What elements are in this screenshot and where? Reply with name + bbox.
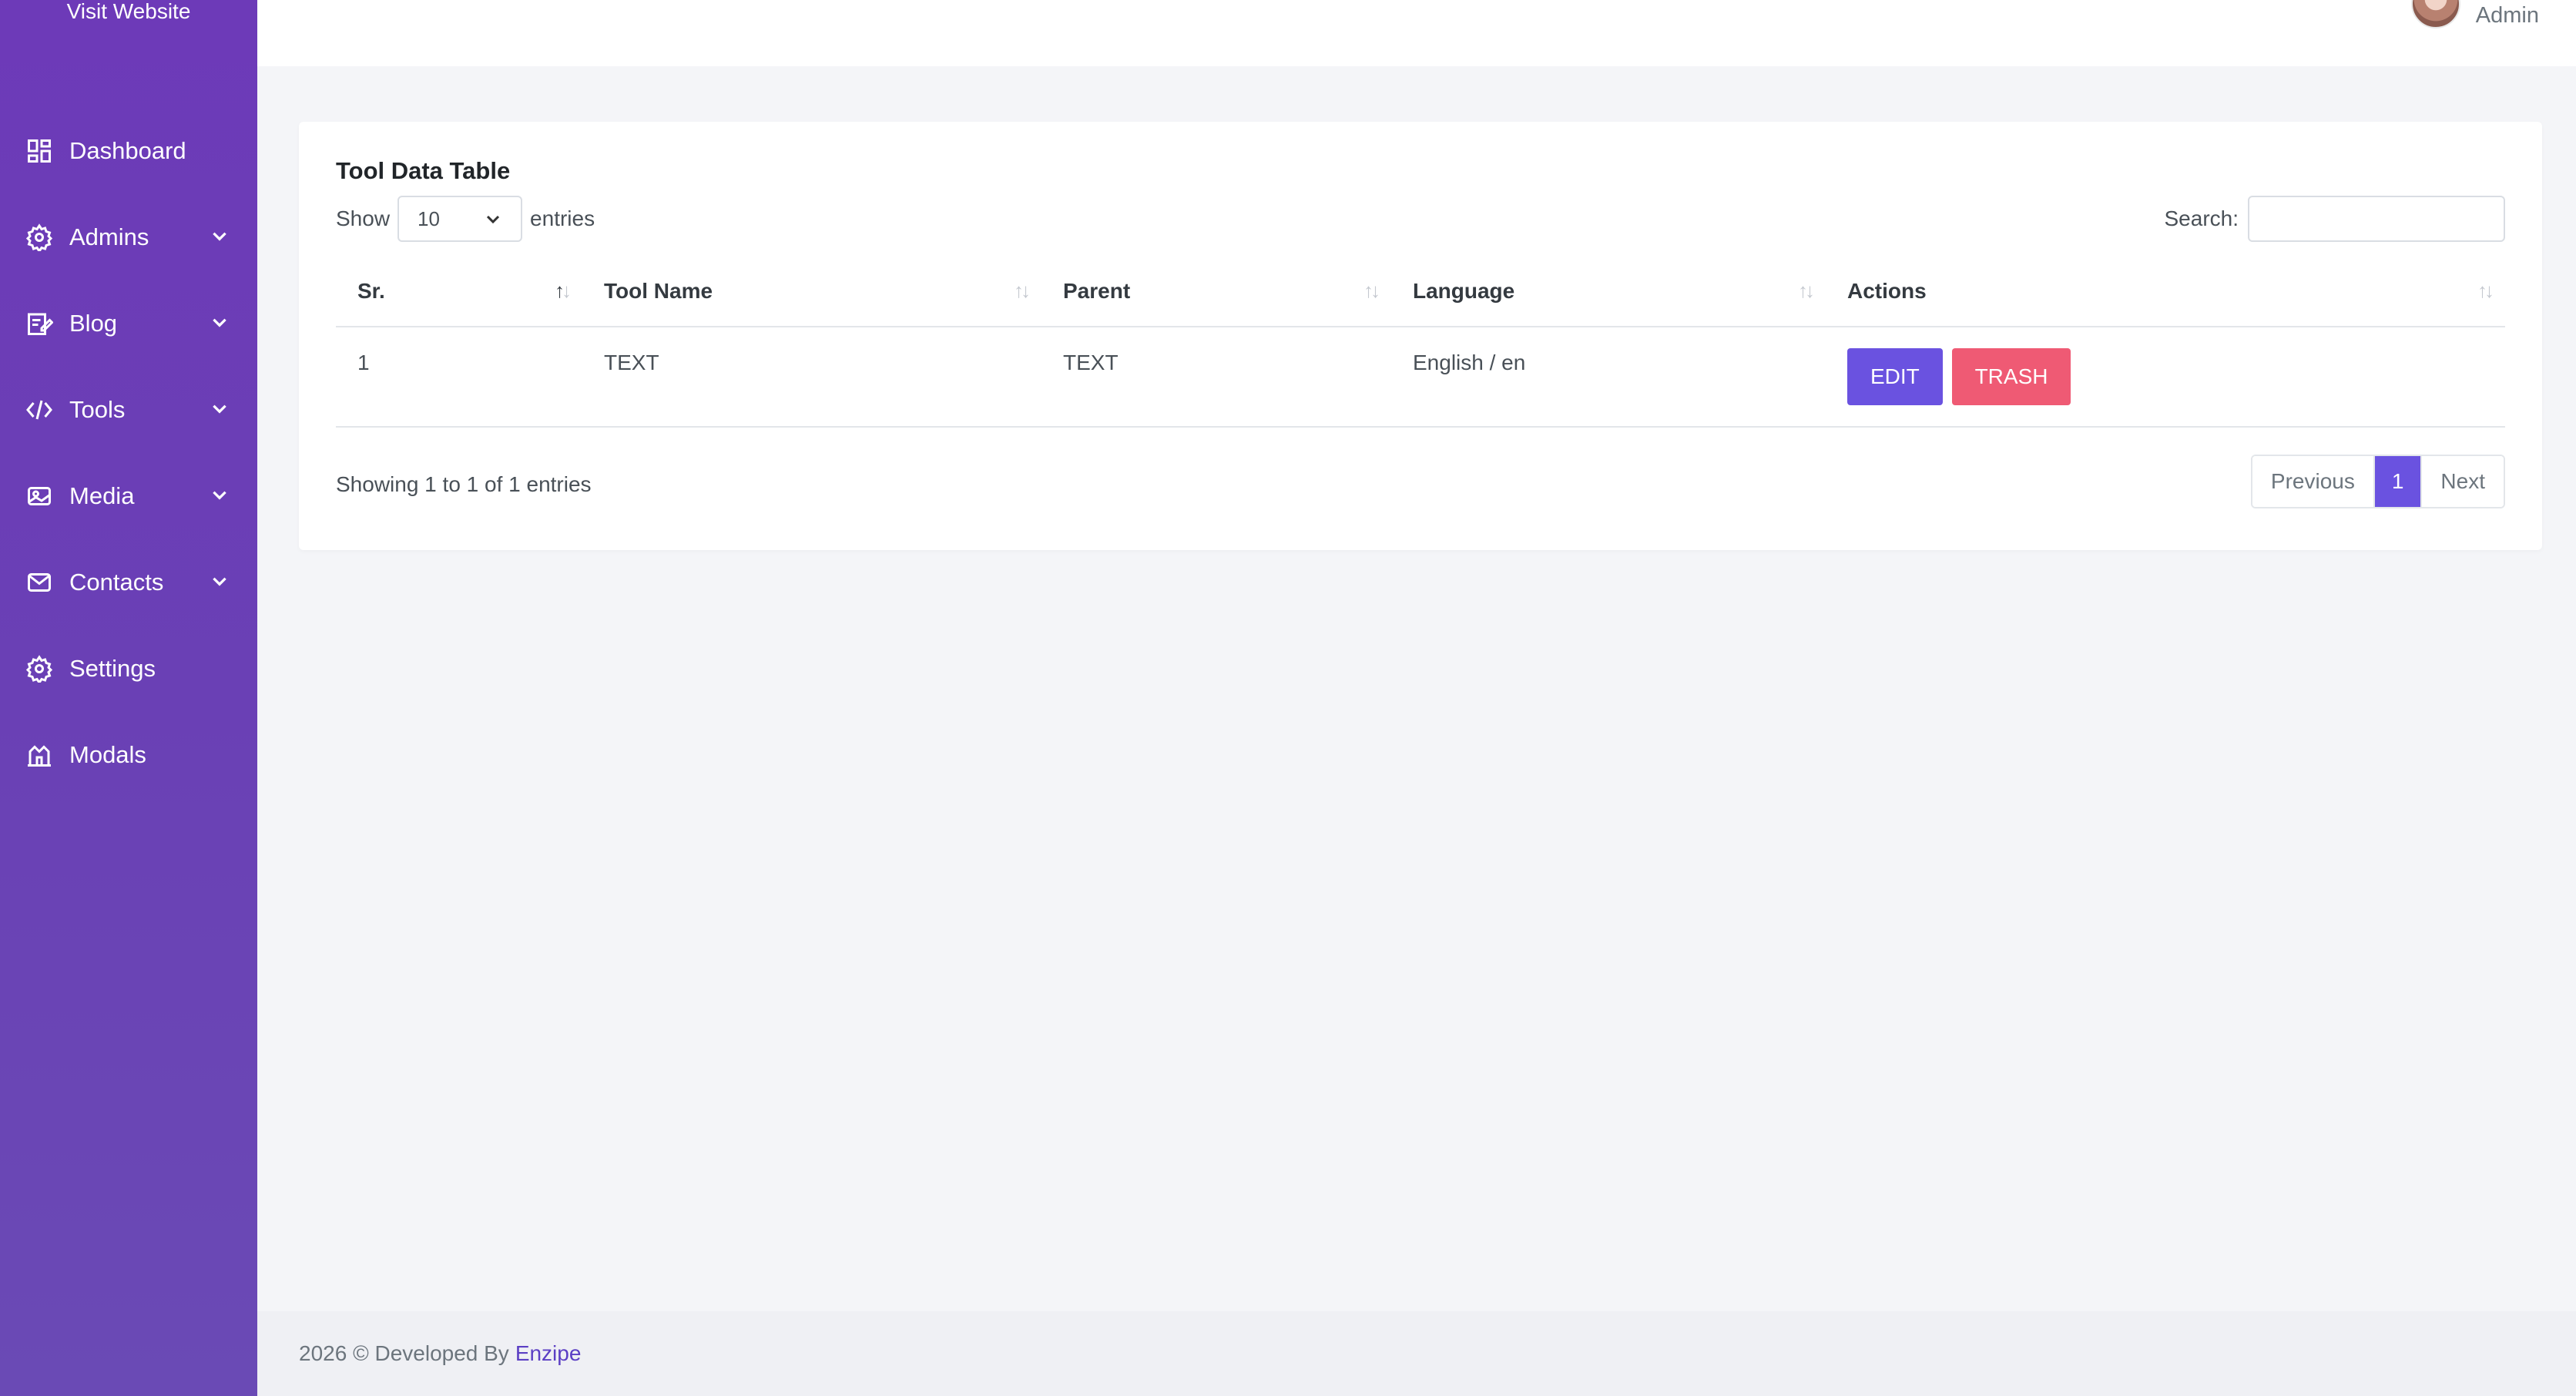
chevron-down-icon xyxy=(210,571,230,595)
sidebar-item-label: Modals xyxy=(69,741,146,768)
column-header-language[interactable]: Language ↑↓ xyxy=(1391,256,1826,327)
sort-asc-icon: ↑↓ xyxy=(555,279,572,302)
sidebar-item-dashboard[interactable]: Dashboard xyxy=(0,108,257,194)
sidebar-nav: Dashboard Admins Blog Tools Media Contac… xyxy=(0,108,257,798)
cell-parent: TEXT xyxy=(1041,327,1391,428)
column-header-parent[interactable]: Parent ↑↓ xyxy=(1041,256,1391,327)
sidebar-item-label: Dashboard xyxy=(69,137,186,164)
tool-data-card: Tool Data Table Show 10 entries Search: … xyxy=(299,122,2542,550)
sidebar-item-tools[interactable]: Tools xyxy=(0,367,257,453)
cell-tool-name: TEXT xyxy=(582,327,1041,428)
length-prefix: Show xyxy=(336,206,391,230)
search-input[interactable] xyxy=(2248,196,2505,242)
sidebar-item-contacts[interactable]: Contacts xyxy=(0,539,257,626)
sidebar-item-admins[interactable]: Admins xyxy=(0,194,257,280)
sidebar-item-modals[interactable]: Modals xyxy=(0,712,257,798)
visit-website-link[interactable]: Visit Website xyxy=(0,0,257,26)
chevron-down-icon xyxy=(486,215,500,224)
search-label: Search: xyxy=(2164,206,2239,230)
sort-icon: ↑↓ xyxy=(1798,279,1815,302)
trash-button[interactable]: TRASH xyxy=(1951,348,2071,405)
code-icon xyxy=(25,395,54,425)
edit-button[interactable]: EDIT xyxy=(1847,348,1943,405)
table-header-row: Sr. ↑↓ Tool Name ↑↓ Parent ↑↓ Language ↑… xyxy=(336,256,2505,327)
user-name: Admin xyxy=(2475,2,2539,28)
sort-icon: ↑↓ xyxy=(1014,279,1031,302)
search-filter: Search: xyxy=(2164,196,2505,242)
cell-actions: EDIT TRASH xyxy=(1826,327,2505,428)
sidebar-item-label: Settings xyxy=(69,655,156,682)
column-header-sr[interactable]: Sr. ↑↓ xyxy=(336,256,582,327)
chevron-down-icon xyxy=(210,398,230,422)
envelope-icon xyxy=(25,568,54,597)
next-page-button[interactable]: Next xyxy=(2420,456,2504,507)
sidebar-item-settings[interactable]: Settings xyxy=(0,626,257,712)
column-header-tool-name[interactable]: Tool Name ↑↓ xyxy=(582,256,1041,327)
sidebar-item-label: Contacts xyxy=(69,569,164,596)
gear-icon xyxy=(25,654,54,683)
page-button-current[interactable]: 1 xyxy=(2374,456,2421,507)
footer-brand-link[interactable]: Enzipe xyxy=(515,1341,582,1366)
chevron-down-icon xyxy=(210,226,230,250)
admins-gear-icon xyxy=(25,223,54,252)
modals-icon xyxy=(25,740,54,770)
sort-icon: ↑↓ xyxy=(2477,279,2494,302)
dashboard-icon xyxy=(25,136,54,166)
sidebar-item-media[interactable]: Media xyxy=(0,453,257,539)
user-menu[interactable]: Admin xyxy=(2410,0,2539,31)
avatar xyxy=(2410,0,2460,29)
sidebar-item-label: Media xyxy=(69,482,135,509)
sidebar: Visit Website Dashboard Admins Blog Tool… xyxy=(0,0,257,1396)
sidebar-item-label: Blog xyxy=(69,310,118,337)
previous-page-button[interactable]: Previous xyxy=(2252,456,2375,507)
chevron-down-icon xyxy=(210,312,230,336)
tool-data-table: Sr. ↑↓ Tool Name ↑↓ Parent ↑↓ Language ↑… xyxy=(336,256,2505,428)
blog-edit-icon xyxy=(25,309,54,338)
pagination: Previous 1 Next xyxy=(2250,455,2505,508)
sort-icon: ↑↓ xyxy=(1363,279,1380,302)
topbar: Admin xyxy=(257,0,2576,66)
cell-language: English / en xyxy=(1391,327,1826,428)
cell-sr: 1 xyxy=(336,327,582,428)
entries-select[interactable]: 10 xyxy=(397,196,523,242)
sidebar-item-blog[interactable]: Blog xyxy=(0,280,257,367)
entries-select-value: 10 xyxy=(418,206,440,230)
card-title: Tool Data Table xyxy=(336,157,511,184)
table-info: Showing 1 to 1 of 1 entries xyxy=(336,472,592,496)
sidebar-item-label: Tools xyxy=(69,396,126,423)
table-row: 1 TEXT TEXT English / en EDIT TRASH xyxy=(336,327,2505,428)
chevron-down-icon xyxy=(210,485,230,508)
column-header-actions[interactable]: Actions ↑↓ xyxy=(1826,256,2505,327)
sidebar-item-label: Admins xyxy=(69,223,149,250)
length-suffix: entries xyxy=(530,206,595,230)
media-image-icon xyxy=(25,482,54,511)
footer: 2026 © Developed By Enzipe xyxy=(257,1311,2576,1396)
footer-text: 2026 © Developed By xyxy=(299,1341,509,1365)
entries-length-control: Show 10 entries xyxy=(336,196,595,242)
